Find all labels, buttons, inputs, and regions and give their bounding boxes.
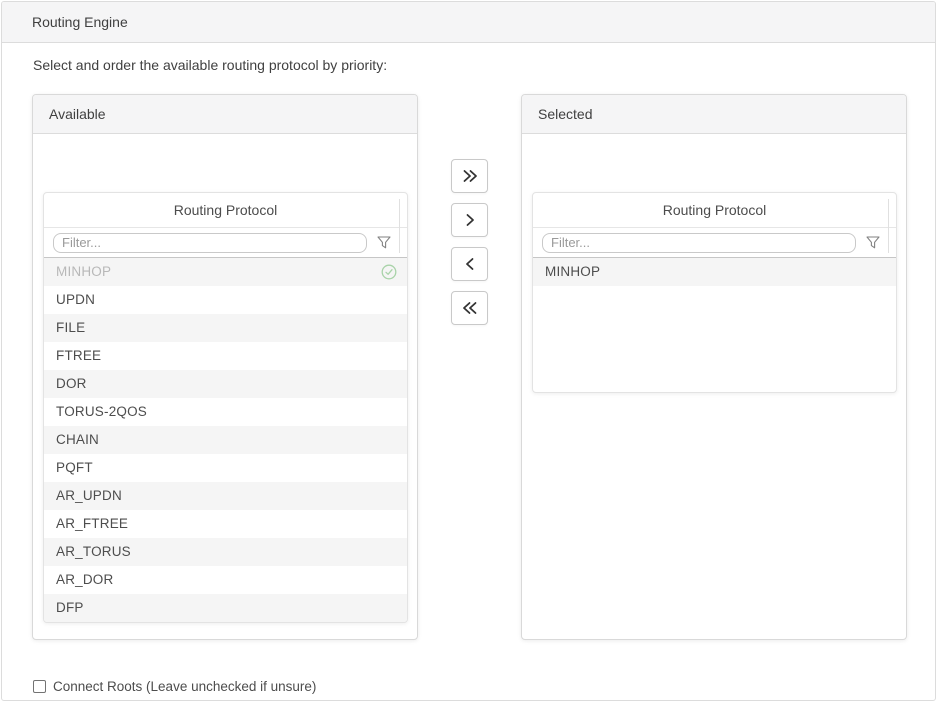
list-item[interactable]: CHAIN [44, 426, 407, 454]
list-item-label: FTREE [56, 342, 395, 370]
move-all-to-available-button[interactable] [451, 291, 488, 325]
filter-funnel-icon[interactable] [377, 236, 391, 249]
list-item-label: AR_UPDN [56, 482, 395, 510]
instruction-text: Select and order the available routing p… [33, 57, 906, 73]
card-title: Routing Engine [32, 14, 128, 30]
routing-engine-card: Routing Engine Select and order the avai… [1, 1, 936, 701]
list-item[interactable]: MINHOP [533, 258, 896, 286]
card-header: Routing Engine [2, 2, 935, 43]
double-chevron-left-icon [461, 301, 479, 315]
move-to-selected-button[interactable] [451, 203, 488, 237]
list-item-label: DOR [56, 370, 395, 398]
list-item-label: FILE [56, 314, 395, 342]
list-item-label: DFP [56, 594, 395, 622]
list-item[interactable]: DOR [44, 370, 407, 398]
list-item-label: MINHOP [545, 258, 884, 286]
list-item-label: TORUS-2QOS [56, 398, 395, 426]
selected-grid: Routing Protocol MINHOP [532, 192, 897, 393]
available-panel-header: Available [33, 95, 417, 134]
list-item-label: CHAIN [56, 426, 395, 454]
dual-listbox: Available Routing Protocol [32, 94, 906, 640]
selected-panel: Selected Routing Protocol [521, 94, 907, 640]
available-panel-title: Available [49, 106, 106, 122]
list-item[interactable]: AR_DOR [44, 566, 407, 594]
list-item[interactable]: AR_FTREE [44, 510, 407, 538]
card-body: Select and order the available routing p… [2, 57, 935, 698]
available-list: MINHOP UPDN FILE FTREE DOR TORUS-2QOS [44, 258, 407, 622]
chevron-left-icon [461, 257, 479, 271]
list-item[interactable]: FILE [44, 314, 407, 342]
list-item[interactable]: PQFT [44, 454, 407, 482]
available-panel-body: Routing Protocol MINHOP [33, 192, 417, 623]
available-filter-row [44, 228, 407, 258]
available-grid: Routing Protocol MINHOP [43, 192, 408, 623]
list-item: MINHOP [44, 258, 407, 286]
connect-roots-option[interactable]: Connect Roots (Leave unchecked if unsure… [33, 679, 316, 694]
selected-filter-input[interactable] [542, 233, 856, 253]
list-item[interactable]: AR_TORUS [44, 538, 407, 566]
filter-funnel-icon[interactable] [866, 236, 880, 249]
available-filter-input[interactable] [53, 233, 367, 253]
available-panel: Available Routing Protocol [32, 94, 418, 640]
selected-list: MINHOP [533, 258, 896, 392]
list-item-label: AR_FTREE [56, 510, 395, 538]
available-column-header[interactable]: Routing Protocol [44, 193, 407, 228]
list-item[interactable]: FTREE [44, 342, 407, 370]
transfer-buttons [418, 94, 521, 325]
connect-roots-checkbox[interactable] [33, 680, 46, 693]
available-grid-head: Routing Protocol [44, 193, 407, 258]
selected-panel-title: Selected [538, 106, 592, 122]
list-item[interactable]: DFP [44, 594, 407, 622]
chevron-right-icon [461, 213, 479, 227]
selected-panel-header: Selected [522, 95, 906, 134]
double-chevron-right-icon [461, 169, 479, 183]
selected-panel-body: Routing Protocol MINHOP [522, 192, 906, 393]
already-selected-check-icon [381, 264, 397, 280]
list-item-label: AR_TORUS [56, 538, 395, 566]
list-item[interactable]: UPDN [44, 286, 407, 314]
list-item-label: MINHOP [56, 258, 381, 286]
connect-roots-label: Connect Roots (Leave unchecked if unsure… [53, 679, 316, 694]
selected-grid-head: Routing Protocol [533, 193, 896, 258]
list-item[interactable]: TORUS-2QOS [44, 398, 407, 426]
list-item[interactable]: AR_UPDN [44, 482, 407, 510]
list-item-label: UPDN [56, 286, 395, 314]
list-item-label: PQFT [56, 454, 395, 482]
list-item-label: AR_DOR [56, 566, 395, 594]
selected-filter-row [533, 228, 896, 258]
move-to-available-button[interactable] [451, 247, 488, 281]
selected-column-header[interactable]: Routing Protocol [533, 193, 896, 228]
move-all-to-selected-button[interactable] [451, 159, 488, 193]
